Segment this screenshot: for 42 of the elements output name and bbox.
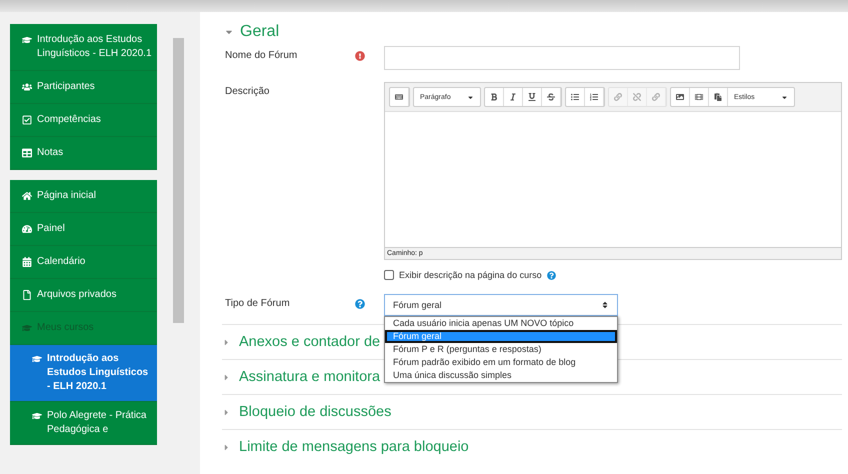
field-label: Tipo de Fórum (225, 297, 291, 309)
field-label: Descrição (225, 85, 270, 97)
sidebar-item[interactable]: Competências (10, 104, 157, 137)
forum-type-select[interactable]: Fórum geral (384, 294, 618, 316)
section-header[interactable]: Bloqueio de discussões (222, 394, 842, 429)
caret-down-icon (781, 94, 788, 100)
file-icon (22, 290, 32, 300)
sidebar-item[interactable]: Notas (10, 137, 157, 170)
graduation-cap-icon (22, 35, 32, 45)
dropdown-option[interactable]: Cada usuário inicia apenas UM NOVO tópico (385, 317, 617, 330)
sidebar-item[interactable]: Calendário (10, 246, 157, 279)
caret-down-icon (467, 94, 474, 100)
field-label: Nome do Fórum (225, 49, 298, 61)
users-icon (22, 82, 32, 92)
sidebar-item[interactable]: Painel (10, 213, 157, 246)
sidebar-item[interactable]: Introdução aos Estudos Linguísticos - ELH 2020.1 (10, 24, 157, 71)
table-icon (22, 148, 32, 158)
sidebar-item[interactable]: Participantes (10, 71, 157, 104)
graduation-cap-icon (32, 411, 42, 421)
graduation-cap-icon (32, 354, 42, 364)
required-icon (355, 51, 365, 61)
checkbox-icon (22, 115, 32, 125)
graduation-cap-icon (22, 323, 32, 333)
help-icon[interactable] (546, 270, 556, 280)
input-field[interactable] (384, 46, 740, 70)
sidebar-item[interactable]: Arquivos privados (10, 279, 157, 312)
sidebar-item[interactable]: Polo Alegrete - Prática Pedagógica e (10, 402, 157, 445)
sidebar-item[interactable]: Página inicial (10, 180, 157, 213)
gauge-icon (22, 224, 32, 234)
home-icon (22, 191, 32, 201)
calendar-icon (22, 257, 32, 267)
dropdown-option[interactable]: Fórum P e R (perguntas e respostas) (385, 343, 617, 356)
dropdown-option[interactable]: Uma única discussão simples (385, 369, 617, 382)
checkbox-label: Exibir descrição na página do curso (399, 270, 542, 280)
dropdown-option[interactable]: Fórum geral (385, 330, 617, 343)
sidebar-item[interactable]: Introdução aos Estudos Linguísticos - ELH 2020.1 (10, 345, 157, 402)
sort-icon (601, 301, 609, 309)
section-header[interactable]: Geral (224, 20, 842, 44)
dropdown-option[interactable]: Fórum padrão exibido em um formato de blog (385, 356, 617, 369)
help-icon[interactable] (355, 299, 365, 309)
checkbox[interactable] (384, 270, 394, 280)
section-header[interactable]: Limite de mensagens para bloqueio (222, 429, 842, 464)
